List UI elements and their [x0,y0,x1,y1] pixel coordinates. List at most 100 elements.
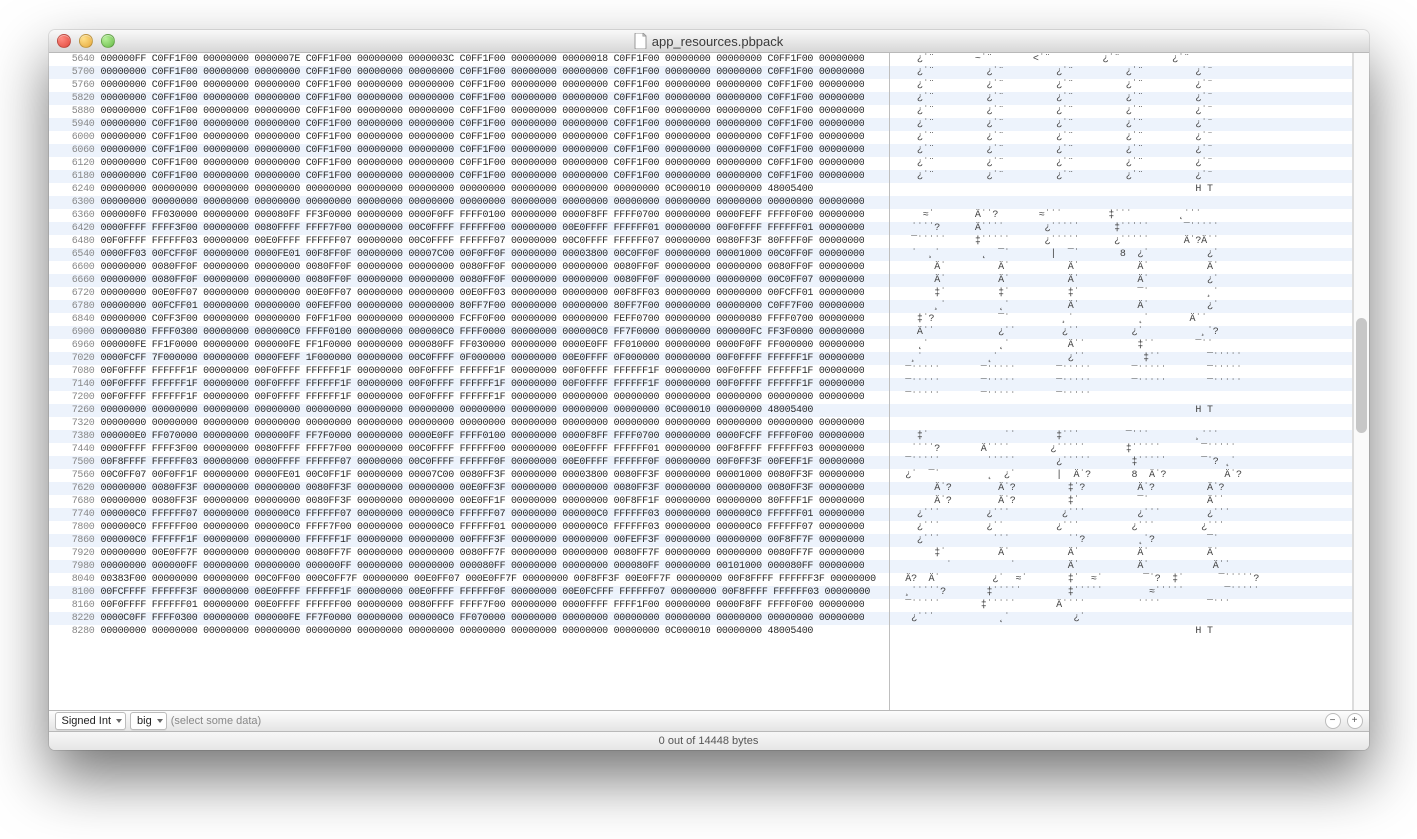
data-type-select[interactable]: Signed Int [55,712,127,730]
hex-bytes[interactable]: 00000000 00000000 00000000 00000000 0000… [101,625,814,638]
hex-bytes[interactable]: 00000000 00000000 00000000 00000000 0000… [101,183,814,196]
ascii-text[interactable]: Ä˙? Ä˙? ‡˙? Ä˙? Ä˙? [890,482,1225,495]
ascii-row[interactable]: ¿˙¨ ¿˙¨ ¿˙¨ ¿˙¨ ¿˙¨ [890,118,1352,131]
ascii-row[interactable]: ¿˙¨ ¿˙¨ ¿˙¨ ¿˙¨ ¿˙¨ [890,105,1352,118]
ascii-text[interactable]: ¸˙ ˛˙ ¿˙˙ ‡˙˙ ¯˙˙˙˙˙ [890,352,1242,365]
ascii-row[interactable]: ˙˙˙˙? Ä˙˙˙˙ ¿˙˙˙˙˙ ‡˙˙˙˙˙ ¯˙˙˙˙˙ [890,443,1352,456]
hex-bytes[interactable]: 0000FF03 00FCFF0F 00000000 0000FE01 00F8… [101,248,865,261]
ascii-row[interactable]: ¿˙¨ ¿˙¨ ¿˙¨ ¿˙¨ ¿˙¨ [890,66,1352,79]
ascii-text[interactable]: ˙˙˙˙? Ä˙˙˙˙ ¿˙˙˙˙˙ ‡˙˙˙˙˙ ¯˙˙˙˙˙ [890,443,1236,456]
ascii-text[interactable]: Ä˙ Ä˙ Ä˙ Ä˙ ¿˙ [890,274,1219,287]
hex-row[interactable]: 678000000000 00FCFF01 00000000 00000000 … [49,300,889,313]
hex-bytes[interactable]: 00C0FF07 00F0FF1F 00000000 0000FE01 00C0… [101,469,865,482]
hex-bytes[interactable]: 00000000 00FCFF01 00000000 00000000 00FE… [101,300,865,313]
hex-bytes[interactable]: 00000000 C0FF1F00 00000000 00000000 C0FF… [101,144,865,157]
hex-bytes[interactable]: 000000F0 FF030000 00000000 000080FF FF3F… [101,209,865,222]
ascii-row[interactable]: ¯˙˙˙˙˙ ¯˙˙˙˙˙ ¯˙˙˙˙˙ ¯˙˙˙˙˙ ¯˙˙˙˙˙ [890,378,1352,391]
hex-bytes[interactable]: 00000000 C0FF1F00 00000000 00000000 C0FF… [101,131,865,144]
zoom-button[interactable] [101,34,115,48]
ascii-text[interactable]: ¿˙˙˙ ¿˙˙ ¿˙˙˙ ¿˙˙˙ ¿˙˙˙ [890,521,1225,534]
hex-row[interactable]: 65400000FF03 00FCFF0F 00000000 0000FE01 … [49,248,889,261]
ascii-text[interactable]: H T [890,625,1213,638]
ascii-text[interactable] [890,196,900,209]
hex-bytes[interactable]: 000000C0 FFFFFF07 00000000 000000C0 FFFF… [101,508,865,521]
hex-bytes[interactable]: 00000000 C0FF1F00 00000000 00000000 C0FF… [101,92,865,105]
hex-bytes[interactable]: 00000080 FFFF0300 00000000 000000C0 FFFF… [101,326,865,339]
ascii-row[interactable]: ¿˙¨ ¿˙¨ ¿˙¨ ¿˙¨ ¿˙¨ [890,131,1352,144]
ascii-row[interactable]: ˙ ¸˙ ˛ ¯˙ | ¯˙ 8 ¿˙ ¿˙ [890,248,1352,261]
ascii-row[interactable]: ¿˙˙˙ ¿˙˙˙ ¿˙˙˙ ¿˙˙˙ ¿˙˙˙ [890,508,1352,521]
ascii-row[interactable]: ¸˙ ˛˙ Ä˙ Ä˙ ¿˙ [890,300,1352,313]
hex-bytes[interactable]: 00000000 C0FF1F00 00000000 00000000 C0FF… [101,105,865,118]
ascii-text[interactable]: Ä˙ Ä˙ Ä˙ Ä˙ Ä˙ [890,261,1219,274]
ascii-text[interactable]: ¸˙ ˛˙ Ä˙ Ä˙ ¿˙ [890,300,1219,313]
hex-bytes[interactable]: 00000000 C0FF1F00 00000000 00000000 C0FF… [101,66,865,79]
ascii-row[interactable]: ¯˙˙˙˙˙ ‡˙˙˙˙˙ Ä˙˙˙˙ ˙˙˙˙ ¯˙˙˙ [890,599,1352,612]
ascii-row[interactable]: ‡˙ Ä˙ Ä˙ Ä˙ Ä˙ [890,547,1352,560]
ascii-row[interactable]: ¿˙¨ ~˙¨ <˙¨ ¿˙¨ ¿˙¨ [890,53,1352,66]
scroll-thumb[interactable] [1356,318,1367,433]
ascii-text[interactable]: ¯˙˙˙˙˙ ‡˙˙˙˙˙ Ä˙˙˙˙ ˙˙˙˙ ¯˙˙˙ [890,599,1231,612]
ascii-row[interactable]: ¿˙¨ ¿˙¨ ¿˙¨ ¿˙¨ ¿˙¨ [890,92,1352,105]
hex-bytes[interactable]: 00000000 C0FF1F00 00000000 00000000 C0FF… [101,170,865,183]
hex-bytes[interactable]: 00000000 00000000 00000000 00000000 0000… [101,417,865,430]
ascii-text[interactable]: ¿˙¨ ¿˙¨ ¿˙¨ ¿˙¨ ¿˙¨ [890,92,1213,105]
hex-bytes[interactable]: 00000000 000000FF 00000000 00000000 0000… [101,560,865,573]
hex-bytes[interactable]: 0000FFFF FFFF3F00 00000000 0080FFFF FFFF… [101,443,865,456]
ascii-text[interactable]: ¿˙˙˙ ¿˙˙˙ ¿˙˙˙ ¿˙˙˙ ¿˙˙˙ [890,508,1231,521]
hex-row[interactable]: 70200000FCFF 7F000000 00000000 0000FEFF … [49,352,889,365]
ascii-text[interactable]: ¸˙˙˙˙˙? ‡˙˙˙˙˙ ‡˙˙˙˙˙ ≈˙˙˙˙˙ ¯˙˙˙˙˙ [890,586,1260,599]
hex-bytes[interactable]: 00000000 0080FF0F 00000000 00000000 0080… [101,261,865,274]
ascii-row[interactable]: Ä? Ä˙ ¿˙ ≈˙ ‡˙ ≈˙ ¯˙? ‡˙ ¯˙˙˙˙˙? [890,573,1352,586]
hex-row[interactable]: 792000000000 00E0FF7F 00000000 00000000 … [49,547,889,560]
hex-row[interactable]: 6360000000F0 FF030000 00000000 000080FF … [49,209,889,222]
zoom-in-button[interactable]: + [1347,713,1363,729]
ascii-text[interactable]: ¿˙¨ ¿˙¨ ¿˙¨ ¿˙¨ ¿˙¨ [890,105,1213,118]
ascii-text[interactable]: ‡˙ Ä˙ Ä˙ Ä˙ Ä˙ [890,547,1219,560]
ascii-row[interactable]: Ä˙˙ ¿˙˙ ¿˙˙ ¿˙ ¸˙? [890,326,1352,339]
minimize-button[interactable] [79,34,93,48]
hex-bytes[interactable]: 00000000 0080FF0F 00000000 00000000 0080… [101,274,865,287]
hex-row[interactable]: 648000F0FFFF FFFFFF03 00000000 00E0FFFF … [49,235,889,248]
ascii-text[interactable]: ¯˙˙˙˙˙ ¯˙˙˙˙˙ ¯˙˙˙˙˙ ¯˙˙˙˙˙ ¯˙˙˙˙˙ [890,365,1242,378]
ascii-text[interactable]: ¿˙¨ ¿˙¨ ¿˙¨ ¿˙¨ ¿˙¨ [890,131,1213,144]
ascii-text[interactable]: ˙ ¸˙ ˛ ¯˙ | ¯˙ 8 ¿˙ ¿˙ [890,248,1219,261]
hex-row[interactable]: 816000F0FFFF FFFFFF01 00000000 00E0FFFF … [49,599,889,612]
ascii-row[interactable]: ¿˙¨ ¿˙¨ ¿˙¨ ¿˙¨ ¿˙¨ [890,79,1352,92]
hex-bytes[interactable]: 000000C0 FFFFFF1F 00000000 00000000 FFFF… [101,534,865,547]
ascii-row[interactable]: ¿˙ ¯˙ ˛ ¿˙ | Ä˙? 8 Ä˙? Ä˙? [890,469,1352,482]
hex-row[interactable]: 7800000000C0 FFFFFF00 00000000 000000C0 … [49,521,889,534]
hex-bytes[interactable]: 00000000 00000000 00000000 00000000 0000… [101,196,865,209]
hex-bytes[interactable]: 00000000 C0FF1F00 00000000 00000000 C0FF… [101,79,865,92]
ascii-text[interactable]: ˙˙˙˙? Ä˙˙˙˙ ¿˙˙˙˙˙ ‡˙˙˙˙˙ ¯˙˙˙˙˙ [890,222,1219,235]
hex-bytes[interactable]: 00000000 00E0FF07 00000000 00000000 00E0… [101,287,865,300]
ascii-row[interactable]: ‡˙ ‡˙ ‡˙ ¯˙ ¸˙ [890,287,1352,300]
vertical-scrollbar[interactable] [1353,53,1369,710]
ascii-text[interactable]: ¿˙¨ ¿˙¨ ¿˙¨ ¿˙¨ ¿˙¨ [890,79,1213,92]
hex-bytes[interactable]: 000000FE FF1F0000 00000000 000000FE FF1F… [101,339,865,352]
hex-bytes[interactable]: 00000000 C0FF3F00 00000000 00000000 F0FF… [101,313,865,326]
hex-row[interactable]: 606000000000 C0FF1F00 00000000 00000000 … [49,144,889,157]
ascii-text[interactable]: ¯˙˙˙˙˙ ˙˙˙˙˙ ¿˙˙˙˙˙ ‡˙˙˙˙˙ ¯˙? ˛˙ [890,456,1236,469]
hex-row[interactable]: 732000000000 00000000 00000000 00000000 … [49,417,889,430]
hex-row[interactable]: 594000000000 C0FF1F00 00000000 00000000 … [49,118,889,131]
ascii-row[interactable]: ¯˙˙˙˙˙ ˙˙˙˙˙ ¿˙˙˙˙˙ ‡˙˙˙˙˙ ¯˙? ˛˙ [890,456,1352,469]
endian-select[interactable]: big [130,712,167,730]
hex-row[interactable]: 624000000000 00000000 00000000 00000000 … [49,183,889,196]
ascii-text[interactable]: ¯˙˙˙˙˙ ¯˙˙˙˙˙ ¯˙˙˙˙˙ [890,391,1091,404]
hex-pane[interactable]: 5640000000FF C0FF1F00 00000000 0000007E … [49,53,890,710]
hex-bytes[interactable]: 00000000 00000000 00000000 00000000 0000… [101,404,814,417]
hex-bytes[interactable]: 0000C0FF FFFF0300 00000000 000000FE FF7F… [101,612,865,625]
ascii-text[interactable]: ¿˙¨ ¿˙¨ ¿˙¨ ¿˙¨ ¿˙¨ [890,144,1213,157]
hex-bytes[interactable]: 00000000 0080FF3F 00000000 00000000 0080… [101,482,865,495]
hex-row[interactable]: 570000000000 C0FF1F00 00000000 00000000 … [49,66,889,79]
hex-bytes[interactable]: 00F8FFFF FFFFFF03 00000000 0000FFFF FFFF… [101,456,865,469]
hex-row[interactable]: 768000000000 0080FF3F 00000000 00000000 … [49,495,889,508]
hex-row[interactable]: 672000000000 00E0FF07 00000000 00000000 … [49,287,889,300]
ascii-row[interactable]: ¿˙˙˙ ˙˙˙ ˙˙? ˛˙? ¯˙ [890,534,1352,547]
hex-row[interactable]: 810000FCFFFF FFFFFF3F 00000000 00E0FFFF … [49,586,889,599]
hex-bytes[interactable]: 000000E0 FF070000 00000000 000000FF FF7F… [101,430,865,443]
ascii-row[interactable]: ¿˙¨ ¿˙¨ ¿˙¨ ¿˙¨ ¿˙¨ [890,157,1352,170]
ascii-text[interactable]: ¿˙¨ ¿˙¨ ¿˙¨ ¿˙¨ ¿˙¨ [890,66,1213,79]
hex-bytes[interactable]: 00000000 0080FF3F 00000000 00000000 0080… [101,495,865,508]
